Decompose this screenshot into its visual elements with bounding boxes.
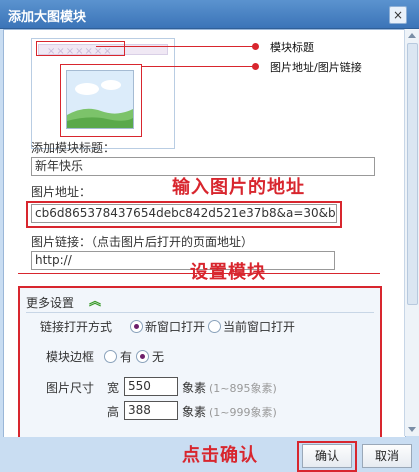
image-link-input[interactable]: http://: [31, 251, 335, 270]
width-hint: (1~895象素): [209, 382, 277, 395]
image-url-input[interactable]: cb6d865378437654debc842d521e37b8&a=30&b=…: [31, 204, 337, 223]
radio-border-no[interactable]: [136, 350, 149, 363]
radio-current-window[interactable]: [208, 320, 221, 333]
width-unit: 象素: [182, 381, 207, 395]
image-placeholder-icon: [66, 70, 134, 129]
image-size-label: 图片尺寸: [46, 381, 95, 395]
callout-dot-title: [252, 43, 259, 50]
dialog-title-bar: 添加大图模块 ×: [0, 0, 419, 29]
image-link-label: 图片链接：（点击图片后打开的页面地址）: [31, 235, 254, 249]
section-divider: [18, 273, 380, 274]
callout-line-title: [96, 46, 254, 47]
radio-border-no-label[interactable]: 无: [152, 348, 164, 365]
callout-dot-image: [252, 63, 259, 70]
more-settings-panel: 更多设置 ︽ 链接打开方式 新窗口打开 当前窗口打开 模块边框 有 无 图片尺寸…: [18, 286, 382, 437]
annotation-input-image-url: 输入图片的地址: [172, 177, 305, 198]
dialog-title: 添加大图模块: [8, 10, 87, 25]
vertical-scrollbar[interactable]: [404, 29, 419, 436]
illustration-title-highlight: [36, 41, 125, 56]
more-settings-divider: [26, 312, 374, 313]
annotation-settings-module: 设置模块: [190, 262, 266, 283]
scroll-thumb[interactable]: [407, 43, 418, 305]
close-icon: ×: [392, 8, 404, 22]
module-border-label: 模块边框: [46, 350, 95, 364]
module-title-label: 添加模块标题：: [31, 141, 116, 155]
radio-new-window-label[interactable]: 新窗口打开: [145, 318, 205, 335]
width-label: 宽: [107, 381, 120, 395]
height-input[interactable]: 388: [124, 401, 178, 420]
more-settings-header: 更多设置: [26, 296, 75, 310]
radio-border-yes[interactable]: [104, 350, 117, 363]
height-hint: (1~999象素): [209, 406, 277, 419]
close-button[interactable]: ×: [389, 6, 407, 24]
confirm-button[interactable]: 确认: [302, 444, 352, 468]
radio-current-window-label[interactable]: 当前窗口打开: [223, 318, 295, 335]
dialog-footer: 点击确认 确认 取消: [0, 437, 419, 472]
callout-image-url: 图片地址/图片链接: [270, 61, 362, 74]
annotation-click-confirm: 点击确认: [182, 445, 258, 466]
link-open-mode-label: 链接打开方式: [40, 320, 113, 334]
layout-illustration: ×××××××: [31, 38, 175, 149]
scroll-down-icon[interactable]: [408, 427, 416, 432]
collapse-chevron-up-icon[interactable]: ︽: [88, 294, 102, 308]
width-input[interactable]: 550: [124, 377, 178, 396]
height-unit: 象素: [182, 405, 207, 419]
dialog-content: ××××××× 模块标题 图片地址/图片链接 添加模块标题： 新年快乐 图片地址…: [3, 29, 406, 438]
height-label: 高: [107, 405, 120, 419]
scroll-up-icon[interactable]: [408, 33, 416, 38]
callout-line-image: [141, 66, 254, 67]
radio-new-window[interactable]: [130, 320, 143, 333]
cancel-button[interactable]: 取消: [362, 444, 412, 468]
radio-border-yes-label[interactable]: 有: [120, 348, 132, 365]
callout-module-title: 模块标题: [270, 41, 314, 54]
image-url-label: 图片地址：: [31, 185, 92, 199]
